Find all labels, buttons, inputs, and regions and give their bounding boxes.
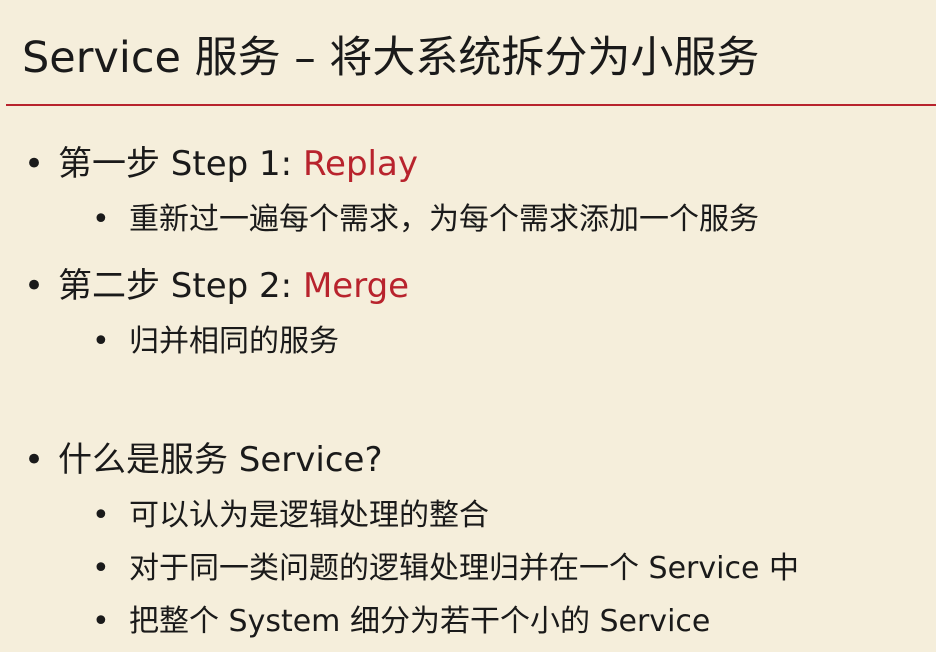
service-definition-2: 对于同一类问题的逻辑处理归并在一个 Service 中 (129, 551, 799, 586)
service-question: 什么是服务 Service? (58, 440, 383, 480)
bullet-step-2: • 第二步 Step 2: Merge (24, 264, 409, 308)
slide-title: Service 服务 – 将大系统拆分为小服务 (22, 33, 760, 83)
bullet-what-is-service: • 什么是服务 Service? (24, 438, 383, 482)
step-1-highlight: Replay (302, 144, 418, 184)
bullet-dot: • (24, 144, 45, 184)
sub-bullet-service-1: • 可以认为是逻辑处理的整合 (92, 496, 489, 536)
step-2-prefix: 第二步 Step 2: (58, 266, 303, 306)
sub-bullet-service-2: • 对于同一类问题的逻辑处理归并在一个 Service 中 (92, 549, 799, 589)
sub-bullet-replay: • 重新过一遍每个需求，为每个需求添加一个服务 (92, 200, 759, 240)
merge-description: 归并相同的服务 (129, 324, 339, 359)
replay-description: 重新过一遍每个需求，为每个需求添加一个服务 (129, 202, 759, 237)
service-definition-1: 可以认为是逻辑处理的整合 (129, 498, 489, 533)
step-2-highlight: Merge (302, 266, 410, 306)
sub-bullet-merge: • 归并相同的服务 (92, 322, 339, 362)
bullet-dot: • (92, 202, 110, 237)
bullet-step-1: • 第一步 Step 1: Replay (24, 142, 418, 186)
bullet-dot: • (92, 551, 110, 586)
bullet-dot: • (92, 604, 110, 639)
sub-bullet-service-3: • 把整个 System 细分为若干个小的 Service (92, 602, 710, 642)
step-1-prefix: 第一步 Step 1: (58, 144, 303, 184)
service-definition-3: 把整个 System 细分为若干个小的 Service (129, 604, 711, 639)
bullet-dot: • (92, 498, 110, 533)
bullet-dot: • (92, 324, 110, 359)
bullet-dot: • (24, 266, 45, 306)
title-divider (6, 104, 936, 106)
bullet-dot: • (24, 440, 45, 480)
